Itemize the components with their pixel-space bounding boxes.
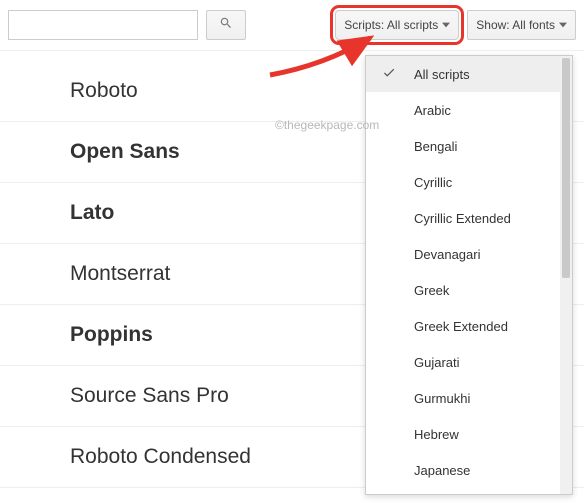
menu-item-japanese[interactable]: Japanese bbox=[366, 452, 560, 488]
show-dropdown[interactable]: Show: All fonts bbox=[467, 10, 576, 40]
menu-item-label: Greek bbox=[414, 283, 449, 298]
menu-item-bengali[interactable]: Bengali bbox=[366, 128, 560, 164]
menu-item-label: Devanagari bbox=[414, 247, 481, 262]
search-button[interactable] bbox=[206, 10, 246, 40]
menu-item-label: Arabic bbox=[414, 103, 451, 118]
menu-item-label: Greek Extended bbox=[414, 319, 508, 334]
menu-item-cyrillic[interactable]: Cyrillic bbox=[366, 164, 560, 200]
menu-item-label: Cyrillic Extended bbox=[414, 211, 511, 226]
menu-item-cyrillic-extended[interactable]: Cyrillic Extended bbox=[366, 200, 560, 236]
menu-item-label: Bengali bbox=[414, 139, 457, 154]
menu-item-gurmukhi[interactable]: Gurmukhi bbox=[366, 380, 560, 416]
menu-item-label: All scripts bbox=[414, 67, 470, 82]
menu-item-gujarati[interactable]: Gujarati bbox=[366, 344, 560, 380]
scripts-dropdown-label: Scripts: All scripts bbox=[344, 18, 438, 32]
search-icon bbox=[219, 16, 233, 35]
scrollbar-thumb[interactable] bbox=[562, 58, 570, 278]
menu-item-all-scripts[interactable]: All scripts bbox=[366, 56, 560, 92]
scripts-dropdown[interactable]: Scripts: All scripts bbox=[335, 10, 459, 40]
menu-item-label: Japanese bbox=[414, 463, 470, 478]
scripts-menu-scroll: All scripts Arabic Bengali Cyrillic Cyri… bbox=[366, 56, 560, 494]
menu-item-devanagari[interactable]: Devanagari bbox=[366, 236, 560, 272]
menu-item-arabic[interactable]: Arabic bbox=[366, 92, 560, 128]
menu-item-label: Cyrillic bbox=[414, 175, 452, 190]
menu-item-greek-extended[interactable]: Greek Extended bbox=[366, 308, 560, 344]
menu-item-label: Hebrew bbox=[414, 427, 459, 442]
menu-item-hebrew[interactable]: Hebrew bbox=[366, 416, 560, 452]
show-dropdown-label: Show: All fonts bbox=[476, 18, 555, 32]
toolbar: Scripts: All scripts Show: All fonts bbox=[0, 0, 584, 51]
menu-item-greek[interactable]: Greek bbox=[366, 272, 560, 308]
check-icon bbox=[382, 66, 396, 83]
caret-down-icon bbox=[442, 22, 450, 28]
search-input[interactable] bbox=[8, 10, 198, 40]
scrollbar[interactable] bbox=[560, 56, 572, 494]
menu-item-label: Gurmukhi bbox=[414, 391, 470, 406]
caret-down-icon bbox=[559, 22, 567, 28]
menu-item-label: Gujarati bbox=[414, 355, 460, 370]
scripts-menu: All scripts Arabic Bengali Cyrillic Cyri… bbox=[365, 55, 573, 495]
